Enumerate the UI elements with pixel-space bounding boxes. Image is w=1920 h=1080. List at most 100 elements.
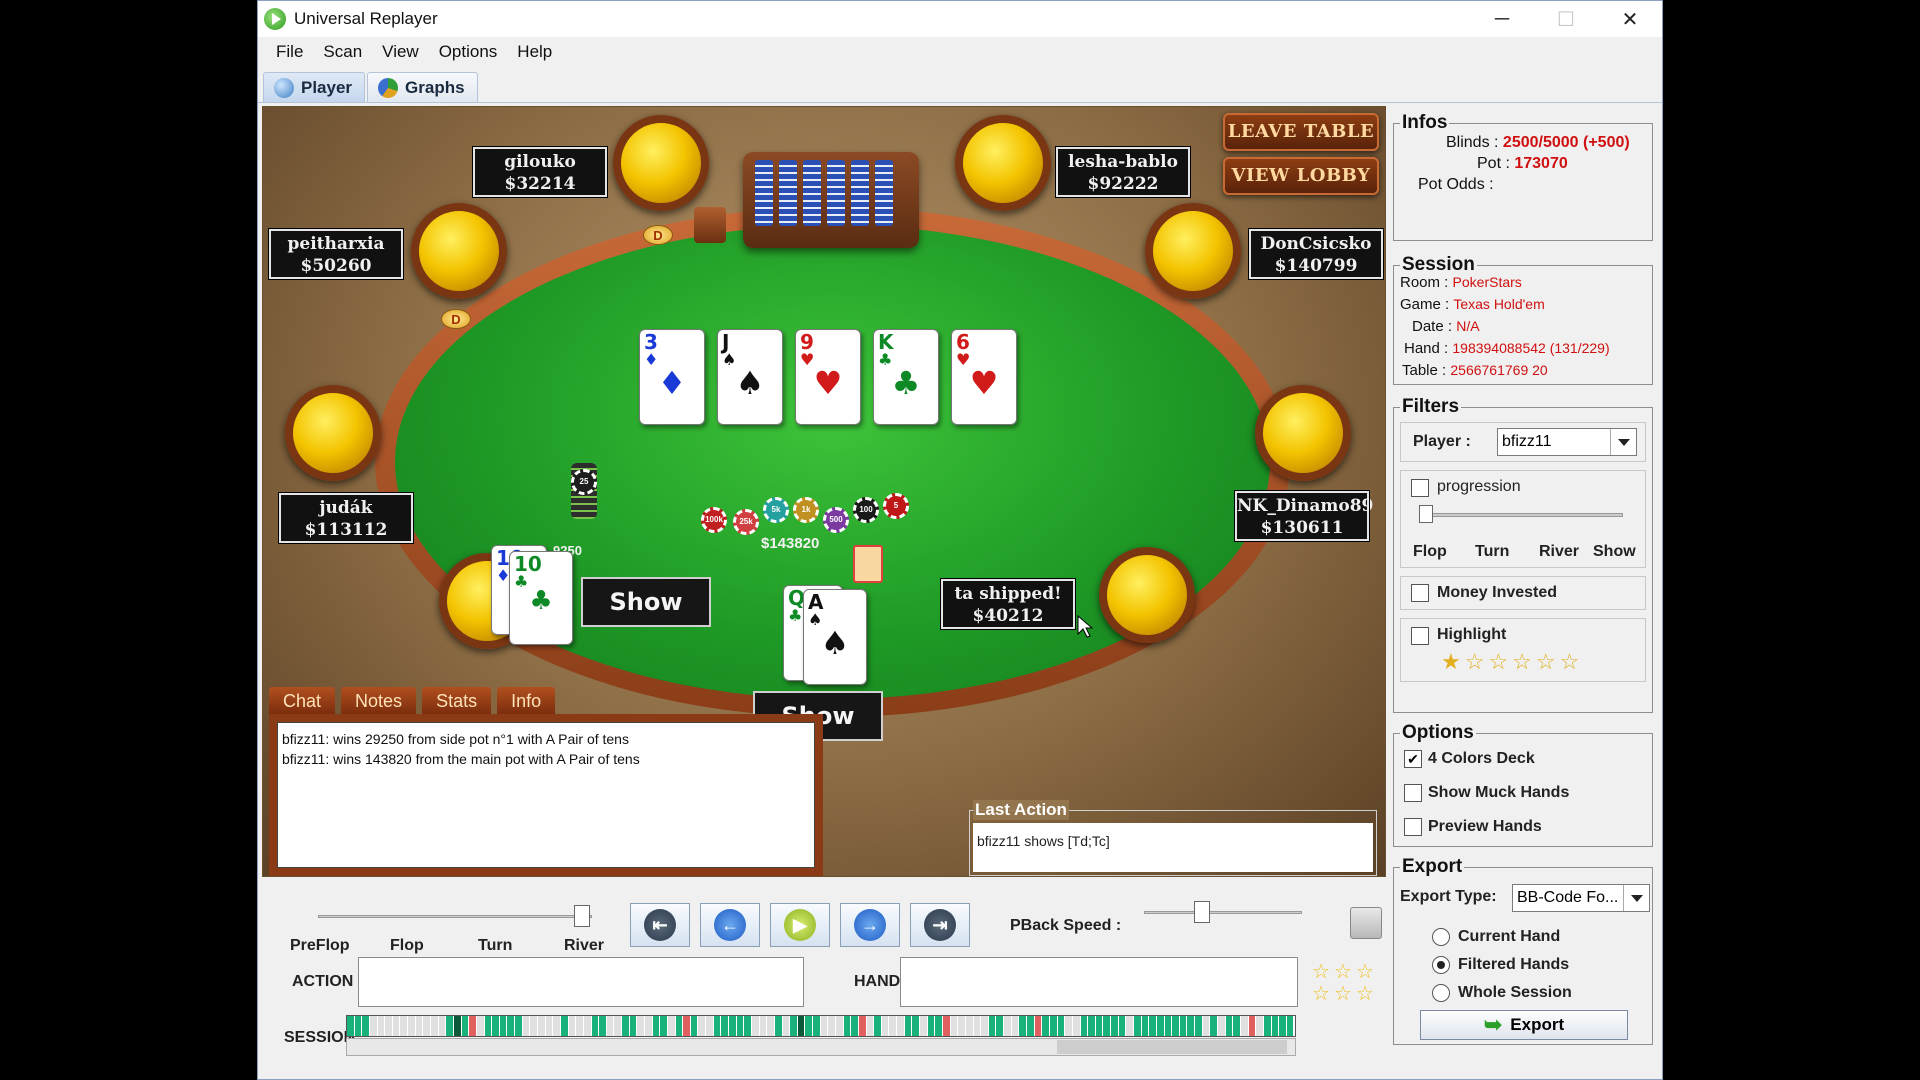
- session-hand-cell[interactable]: [874, 1016, 882, 1036]
- session-hand-cell[interactable]: [774, 1016, 783, 1036]
- session-hand-cell[interactable]: [1057, 1016, 1066, 1036]
- session-hand-cell[interactable]: [813, 1016, 821, 1036]
- session-hand-cell[interactable]: [706, 1016, 714, 1036]
- session-hand-cell[interactable]: [744, 1016, 752, 1036]
- tab-info[interactable]: Info: [497, 687, 556, 715]
- seat-gilouko[interactable]: [613, 115, 709, 211]
- session-hand-cell[interactable]: [759, 1016, 768, 1036]
- tab-stats[interactable]: Stats: [422, 687, 492, 715]
- chat-log[interactable]: bfizz11: wins 29250 from side pot n°1 wi…: [277, 722, 815, 868]
- first-hand-button[interactable]: ⇤: [630, 903, 690, 947]
- session-hand-cell[interactable]: [866, 1016, 875, 1036]
- session-hand-cell[interactable]: [530, 1016, 539, 1036]
- export-type-select[interactable]: BB-Code Fo...: [1512, 884, 1650, 912]
- next-button[interactable]: →: [840, 903, 900, 947]
- session-hand-cell[interactable]: [1133, 1016, 1142, 1036]
- session-hand-cell[interactable]: [614, 1016, 623, 1036]
- session-hand-cell[interactable]: [843, 1016, 852, 1036]
- session-hand-cell[interactable]: [522, 1016, 531, 1036]
- session-hand-cell[interactable]: [408, 1016, 416, 1036]
- session-hand-cell[interactable]: [1065, 1016, 1073, 1036]
- highlight-checkbox[interactable]: [1411, 627, 1429, 645]
- session-hand-cell[interactable]: [499, 1016, 508, 1036]
- session-hand-cell[interactable]: [1118, 1016, 1127, 1036]
- seat-peitharxia[interactable]: [411, 203, 507, 299]
- seat-lesha-bablo[interactable]: [955, 115, 1051, 211]
- session-hand-cell[interactable]: [362, 1016, 370, 1036]
- session-hand-cell[interactable]: [1088, 1016, 1096, 1036]
- seat-doncsicsko[interactable]: [1145, 203, 1241, 299]
- session-hand-cell[interactable]: [560, 1016, 569, 1036]
- session-hand-cell[interactable]: [583, 1016, 592, 1036]
- menu-help[interactable]: Help: [507, 42, 562, 62]
- session-hand-cell[interactable]: [690, 1016, 699, 1036]
- session-hand-cell[interactable]: [858, 1016, 867, 1036]
- session-hand-cell[interactable]: [606, 1016, 615, 1036]
- minimize-button[interactable]: ─: [1470, 1, 1534, 37]
- session-hand-cell[interactable]: [736, 1016, 745, 1036]
- session-hand-cell[interactable]: [438, 1016, 447, 1036]
- session-hand-cell[interactable]: [629, 1016, 638, 1036]
- session-hand-cell[interactable]: [1286, 1016, 1295, 1036]
- session-hand-cell[interactable]: [698, 1016, 707, 1036]
- session-hand-cell[interactable]: [1179, 1016, 1188, 1036]
- session-hand-cell[interactable]: [1202, 1016, 1211, 1036]
- session-hand-cell[interactable]: [1187, 1016, 1196, 1036]
- session-hand-cell[interactable]: [988, 1016, 997, 1036]
- session-hand-cell[interactable]: [782, 1016, 791, 1036]
- hand-field[interactable]: [900, 957, 1298, 1007]
- session-hand-cell[interactable]: [591, 1016, 600, 1036]
- session-hand-cell[interactable]: [1149, 1016, 1157, 1036]
- session-hand-cell[interactable]: [1225, 1016, 1234, 1036]
- session-hand-cell[interactable]: [599, 1016, 607, 1036]
- rating-star-icon[interactable]: ☆: [1356, 981, 1374, 1006]
- session-hand-cell[interactable]: [828, 1016, 836, 1036]
- session-hand-cell[interactable]: [369, 1016, 378, 1036]
- session-hand-cell[interactable]: [996, 1016, 1005, 1036]
- session-hand-cell[interactable]: [1218, 1016, 1226, 1036]
- session-hand-cell[interactable]: [492, 1016, 500, 1036]
- radio-filtered-hands[interactable]: [1432, 956, 1450, 974]
- session-hand-cell[interactable]: [897, 1016, 905, 1036]
- radio-whole-session[interactable]: [1432, 984, 1450, 1002]
- session-hand-cell[interactable]: [392, 1016, 401, 1036]
- menu-scan[interactable]: Scan: [313, 42, 372, 62]
- session-hand-cell[interactable]: [453, 1016, 462, 1036]
- session-scrollbar[interactable]: [346, 1038, 1296, 1056]
- session-hand-cell[interactable]: [851, 1016, 859, 1036]
- session-hand-cell[interactable]: [576, 1016, 584, 1036]
- session-hand-strip[interactable]: [346, 1015, 1296, 1037]
- menu-options[interactable]: Options: [429, 42, 508, 62]
- session-hand-cell[interactable]: [1126, 1016, 1134, 1036]
- session-hand-cell[interactable]: [973, 1016, 982, 1036]
- money-invested-checkbox[interactable]: [1411, 584, 1429, 602]
- session-hand-cell[interactable]: [713, 1016, 722, 1036]
- scrollbar-thumb[interactable]: [1057, 1040, 1287, 1054]
- session-hand-cell[interactable]: [1004, 1016, 1012, 1036]
- tab-notes[interactable]: Notes: [341, 687, 417, 715]
- session-hand-cell[interactable]: [1172, 1016, 1180, 1036]
- session-hand-cell[interactable]: [507, 1016, 516, 1036]
- session-hand-cell[interactable]: [545, 1016, 554, 1036]
- session-hand-cell[interactable]: [1111, 1016, 1119, 1036]
- leave-table-button[interactable]: LEAVE TABLE: [1223, 113, 1379, 151]
- session-hand-cell[interactable]: [1019, 1016, 1028, 1036]
- session-hand-cell[interactable]: [912, 1016, 921, 1036]
- session-hand-cell[interactable]: [476, 1016, 485, 1036]
- session-hand-cell[interactable]: [484, 1016, 493, 1036]
- session-hand-cell[interactable]: [1027, 1016, 1035, 1036]
- session-hand-cell[interactable]: [981, 1016, 989, 1036]
- session-hand-cell[interactable]: [904, 1016, 913, 1036]
- session-hand-cell[interactable]: [958, 1016, 966, 1036]
- session-hand-cell[interactable]: [538, 1016, 546, 1036]
- radio-current-hand[interactable]: [1432, 928, 1450, 946]
- session-hand-cell[interactable]: [667, 1016, 676, 1036]
- session-hand-cell[interactable]: [660, 1016, 668, 1036]
- tab-chat[interactable]: Chat: [269, 687, 336, 715]
- session-hand-cell[interactable]: [347, 1016, 355, 1036]
- session-hand-cell[interactable]: [1240, 1016, 1249, 1036]
- session-hand-cell[interactable]: [1279, 1016, 1287, 1036]
- session-hand-cell[interactable]: [1271, 1016, 1280, 1036]
- session-hand-cell[interactable]: [797, 1016, 806, 1036]
- session-hand-cell[interactable]: [415, 1016, 424, 1036]
